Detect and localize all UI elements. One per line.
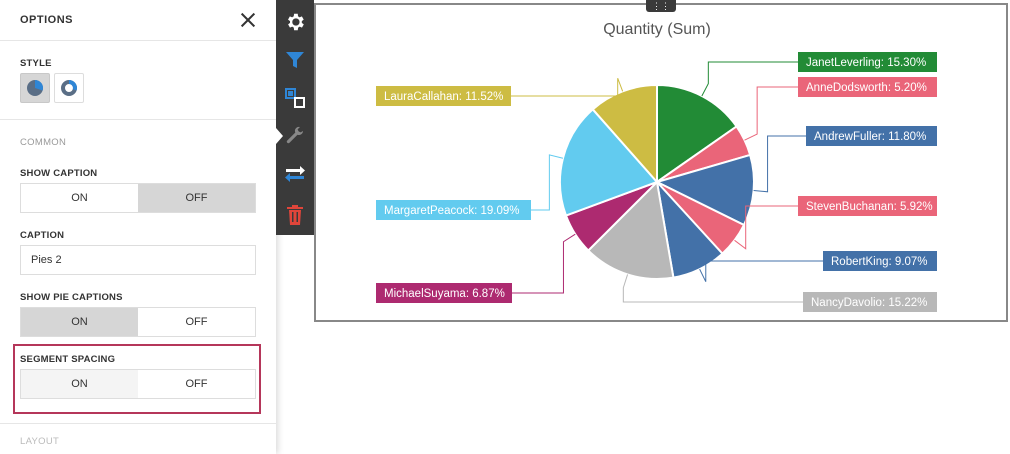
options-button[interactable]	[276, 3, 314, 41]
slice-label: MargaretPeacock: 19.09%	[384, 205, 520, 217]
show-pie-captions-on-button[interactable]: ON	[21, 308, 138, 336]
show-pie-captions-label: SHOW PIE CAPTIONS	[20, 292, 123, 303]
section-divider	[0, 423, 276, 424]
wrench-icon	[286, 126, 303, 144]
caption-label: CAPTION	[20, 230, 65, 241]
layout-icon	[285, 88, 305, 108]
slice-label: RobertKing: 9.07%	[831, 256, 928, 268]
segment-spacing-label: SEGMENT SPACING	[20, 354, 116, 365]
item-toolbar	[276, 0, 314, 235]
common-group-label: COMMON	[20, 137, 67, 148]
slice-label: NancyDavolio: 15.22%	[811, 297, 927, 309]
label-connector	[531, 154, 564, 211]
caption-input[interactable]: Pies 2	[20, 245, 256, 275]
options-title: OPTIONS	[20, 14, 74, 26]
donut-style-button[interactable]	[54, 73, 84, 103]
show-caption-off-button[interactable]: OFF	[138, 184, 255, 212]
segment-spacing-off-button[interactable]: OFF	[138, 370, 255, 398]
label-connector	[753, 135, 806, 193]
slice-label: MichaelSuyama: 6.87%	[384, 288, 505, 300]
trash-icon	[287, 205, 303, 225]
show-pie-captions-toggle: ON OFF	[20, 307, 256, 337]
donut-style-icon	[61, 80, 77, 96]
label-connector	[744, 86, 798, 141]
gear-icon	[288, 13, 304, 31]
style-section: STYLE	[0, 41, 276, 120]
slice-label: StevenBuchanan: 5.92%	[806, 201, 933, 213]
style-label: STYLE	[20, 58, 52, 69]
options-header: OPTIONS	[0, 0, 276, 41]
segment-spacing-toggle: ON OFF	[20, 369, 256, 399]
label-connector	[512, 233, 576, 294]
swap-icon	[285, 166, 305, 182]
show-caption-toggle: ON OFF	[20, 183, 256, 213]
label-connector	[699, 260, 823, 282]
layout-button[interactable]	[276, 79, 314, 117]
pie-style-button[interactable]	[20, 73, 50, 103]
close-icon[interactable]	[238, 10, 258, 30]
label-connector	[511, 78, 624, 97]
slice-label: AndrewFuller: 11.80%	[814, 131, 926, 143]
toolbar-pointer	[276, 128, 283, 144]
slice-label: JanetLeverling: 15.30%	[806, 57, 926, 69]
filter-button[interactable]	[276, 41, 314, 79]
show-pie-captions-off-button[interactable]: OFF	[138, 308, 255, 336]
chart-title: Quantity (Sum)	[603, 21, 711, 38]
show-caption-on-button[interactable]: ON	[21, 184, 138, 212]
layout-group-label: LAYOUT	[20, 436, 60, 447]
label-connector	[701, 61, 798, 97]
delete-button[interactable]	[276, 196, 314, 234]
pie-style-icon	[27, 80, 44, 96]
slice-label: LauraCallahan: 11.52%	[384, 91, 503, 103]
pie-chart-item[interactable]: JanetLeverling: 15.30% AnneDodsworth: 5.2…	[314, 3, 1008, 322]
show-caption-label: SHOW CAPTION	[20, 168, 98, 179]
pie-chart: JanetLeverling: 15.30% AnneDodsworth: 5.2…	[376, 21, 937, 312]
drag-handle-icon[interactable]: ⋮⋮	[646, 0, 676, 12]
filter-icon	[286, 52, 304, 68]
segment-spacing-on-button[interactable]: ON	[21, 370, 138, 398]
slice-label: AnneDodsworth: 5.20%	[806, 82, 927, 94]
options-panel: OPTIONS STYLE COMMON SHOW CAPTION ON OFF…	[0, 0, 276, 454]
swap-button[interactable]	[276, 155, 314, 193]
